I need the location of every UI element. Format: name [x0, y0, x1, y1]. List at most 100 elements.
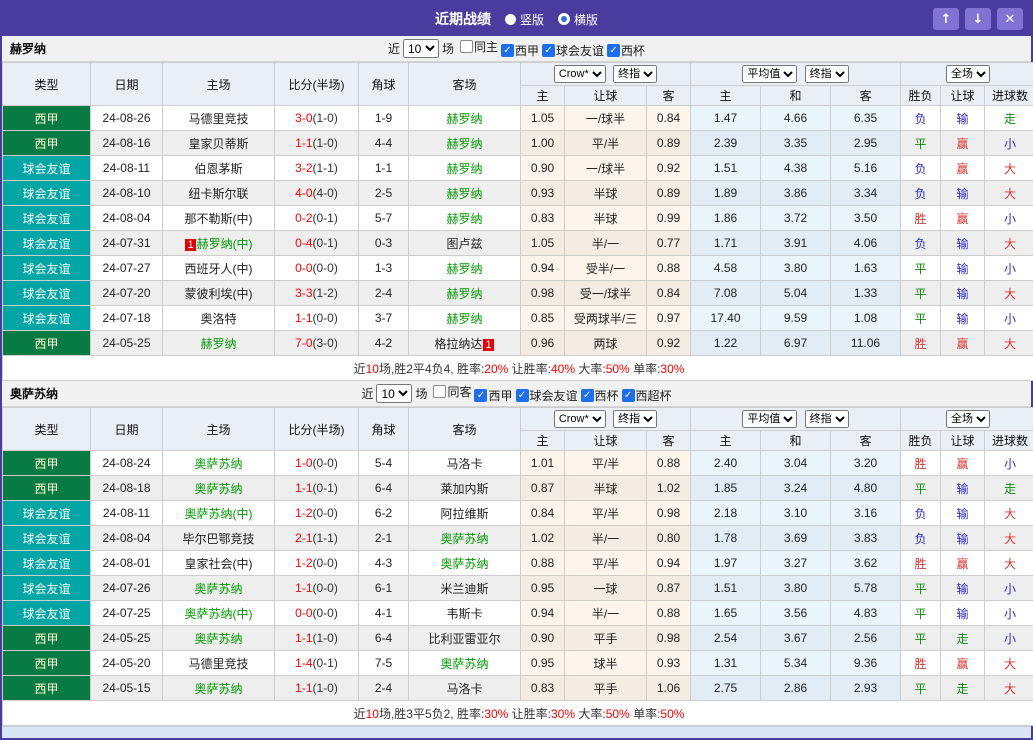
result-cell: 平	[900, 280, 941, 306]
summary-segment: 近	[353, 361, 366, 376]
corner-cell: 4-1	[358, 600, 409, 626]
league-filter-label: 西甲	[488, 389, 513, 403]
europe-time-select[interactable]: 终指	[804, 65, 849, 83]
odds-provider-select[interactable]: Crow*	[553, 410, 606, 428]
result-label: 小	[1003, 211, 1016, 226]
europe-odds-cell: 17.40	[690, 305, 761, 331]
corner-cell: 7-5	[358, 650, 409, 676]
result-cell: 输	[940, 280, 985, 306]
score-label: 2-1	[295, 531, 313, 545]
europe-odds-cell: 11.06	[830, 330, 901, 356]
rank-badge: 1	[185, 238, 196, 251]
handicap-time-select[interactable]: 终指	[613, 410, 658, 428]
checkbox-checked-icon[interactable]: ✓	[621, 389, 635, 402]
close-button[interactable]: ✕	[997, 8, 1023, 30]
half-score-label: (1-2)	[312, 286, 338, 300]
checkbox-checked-icon[interactable]: ✓	[501, 44, 514, 57]
league-type-label: 球会友谊	[22, 286, 71, 301]
checkbox-checked-icon[interactable]: ✓	[580, 389, 594, 402]
sub-header-result: 胜负	[900, 85, 941, 106]
checkbox-unchecked-icon[interactable]	[433, 385, 447, 398]
team-name-label: 图卢兹	[446, 236, 483, 251]
team-name-label: 赫罗纳	[446, 211, 483, 226]
result-cell: 平	[900, 600, 941, 626]
handicap-group-header: Crow* 终指	[520, 62, 691, 86]
league-filter[interactable]: ✓ 球会友谊	[542, 42, 604, 59]
handicap-odds-cell: 平手	[564, 675, 647, 701]
handicap-time-select[interactable]: 终指	[613, 65, 658, 83]
europe-avg-select[interactable]: 平均值	[742, 65, 798, 83]
league-filter[interactable]: 同客	[433, 383, 471, 400]
checkbox-checked-icon[interactable]: ✓	[542, 44, 556, 57]
checkbox-checked-icon[interactable]: ✓	[607, 44, 621, 57]
handicap-odds-cell: 半球	[564, 205, 647, 231]
league-filter[interactable]: ✓ 球会友谊	[515, 387, 578, 404]
summary-line: 近10场,胜3平5负2, 胜率:30% 让胜率:30% 大率:50% 单率:50…	[354, 707, 685, 721]
score-label: 1-1	[295, 481, 313, 495]
result-cell: 输	[940, 475, 985, 501]
league-filter[interactable]: ✓ 西杯	[607, 42, 645, 59]
layout-radio-vertical[interactable]: 竖版	[504, 11, 544, 28]
europe-odds-cell: 2.39	[690, 130, 761, 156]
league-filter[interactable]: ✓ 西甲	[501, 42, 539, 59]
team-name: 赫罗纳	[10, 42, 47, 56]
odds-provider-select[interactable]: Crow*	[553, 65, 606, 83]
away-team-cell: 图卢兹	[408, 230, 521, 256]
result-label: 胜	[914, 556, 927, 571]
result-label: 负	[914, 186, 927, 201]
team-name-label: 奥萨苏纳	[194, 481, 243, 496]
recent-count-select[interactable]: 10	[402, 39, 439, 58]
europe-avg-select[interactable]: 平均值	[742, 410, 798, 428]
scope-select[interactable]: 全场	[946, 410, 990, 428]
corner-cell: 0-3	[358, 230, 409, 256]
sub-header-goals-result: 进球数	[984, 85, 1033, 106]
checkbox-checked-icon[interactable]: ✓	[515, 389, 529, 402]
result-label: 胜	[914, 456, 927, 471]
checkbox-checked-icon[interactable]: ✓	[474, 389, 488, 402]
league-filter[interactable]: ✓ 西甲	[474, 387, 513, 404]
league-type-cell: 西甲	[2, 675, 91, 701]
europe-odds-cell: 6.97	[760, 330, 831, 356]
league-filter[interactable]: ✓ 西杯	[580, 387, 619, 404]
europe-odds-cell: 4.80	[830, 475, 901, 501]
europe-odds-cell: 7.08	[690, 280, 761, 306]
checkbox-unchecked-icon[interactable]	[459, 40, 473, 53]
league-type-label: 西甲	[34, 481, 59, 496]
handicap-odds-cell: 受两球半/三	[564, 305, 647, 331]
team-sections: 赫罗纳 近 10 场 同主✓西甲✓球会友谊✓西杯 类型 日期 主场	[2, 36, 1033, 726]
recent-count-select[interactable]: 10	[376, 384, 413, 403]
move-up-button[interactable]: ↑	[933, 8, 959, 30]
summary-segment: 40%	[551, 361, 576, 376]
result-label: 赢	[956, 336, 969, 351]
league-filter[interactable]: 同主	[459, 38, 498, 55]
half-score-label: (0-0)	[312, 311, 338, 325]
move-down-button[interactable]: ↓	[965, 8, 991, 30]
league-filter[interactable]: ✓ 西超杯	[621, 387, 672, 404]
score-label: 0-0	[295, 261, 313, 275]
match-date-cell: 24-08-04	[90, 205, 163, 231]
summary-segment: 30%	[484, 706, 509, 721]
handicap-odds-cell: 0.87	[520, 475, 565, 501]
summary-segment: 10	[365, 706, 379, 721]
layout-radio-horizontal[interactable]: 横版	[558, 11, 598, 28]
col-header-home: 主场	[162, 407, 275, 451]
league-type-cell: 球会友谊	[2, 305, 91, 331]
home-team-cell: 1 赫罗纳(中)	[162, 230, 275, 256]
match-row: 西甲 24-08-26 马德里竞技 3-0(1-0) 1-9 赫罗纳 1.05 一/球半 0.8…	[2, 105, 1033, 131]
half-score-label: (1-0)	[312, 631, 338, 645]
team-name-label: 赫罗纳	[446, 161, 483, 176]
result-label: 平	[914, 581, 927, 596]
radio-unselected-icon	[558, 13, 570, 25]
europe-time-select[interactable]: 终指	[804, 410, 849, 428]
result-cell: 输	[940, 180, 985, 206]
scope-select[interactable]: 全场	[946, 65, 990, 83]
league-type-cell: 球会友谊	[2, 600, 91, 626]
league-type-label: 西甲	[34, 456, 59, 471]
filter-row: 奥萨苏纳 近 10 场 同客 ✓ 西甲 ✓ 球会友谊 ✓ 西杯 ✓ 西超杯	[2, 381, 1031, 407]
europe-odds-cell: 1.31	[690, 650, 761, 676]
result-label: 走	[956, 681, 969, 696]
result-group-header: 全场	[900, 407, 1033, 431]
result-cell: 输	[940, 255, 985, 281]
league-type-cell: 球会友谊	[2, 550, 91, 576]
away-team-cell: 赫罗纳	[408, 180, 521, 206]
